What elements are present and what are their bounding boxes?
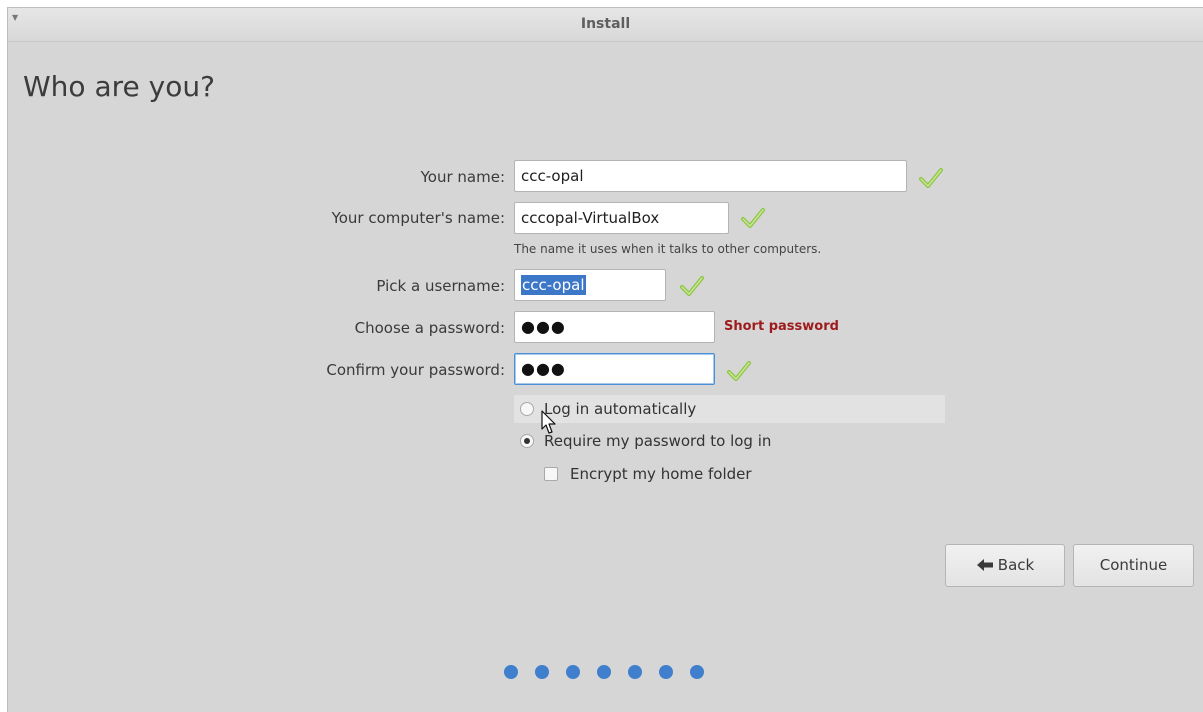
progress-dot: [690, 665, 704, 679]
username-label: Pick a username:: [376, 277, 505, 295]
arrow-left-icon: [976, 559, 993, 571]
auto-login-radio[interactable]: [520, 402, 534, 416]
continue-button-label: Continue: [1099, 556, 1168, 574]
check-icon: [741, 208, 765, 228]
computer-name-field[interactable]: cccopal-VirtualBox: [514, 202, 729, 234]
require-password-label: Require my password to log in: [544, 432, 772, 450]
back-button[interactable]: Back: [945, 544, 1065, 587]
progress-dot: [535, 665, 549, 679]
username-field[interactable]: ccc-opal: [514, 269, 666, 301]
encrypt-home-checkbox[interactable]: [544, 467, 558, 481]
confirm-password-value: ●●●: [521, 359, 566, 378]
title-bar: ▼ Install: [8, 8, 1203, 42]
password-strength-error: Short password: [724, 319, 839, 334]
password-label: Choose a password:: [354, 319, 505, 337]
check-icon: [727, 361, 751, 381]
progress-dot: [628, 665, 642, 679]
password-value: ●●●: [521, 317, 566, 336]
window-title: Install: [580, 16, 631, 32]
username-value: ccc-opal: [521, 275, 586, 295]
confirm-password-field[interactable]: ●●●: [514, 353, 715, 385]
progress-dot: [566, 665, 580, 679]
progress-dot: [597, 665, 611, 679]
name-value: ccc-opal: [521, 167, 584, 185]
mouse-pointer-icon: [541, 410, 556, 434]
progress-dot: [659, 665, 673, 679]
auto-login-option[interactable]: Log in automatically: [514, 395, 945, 423]
name-label: Your name:: [420, 168, 505, 186]
page-title: Who are you?: [23, 70, 215, 103]
computer-name-label: Your computer's name:: [331, 209, 505, 227]
check-icon: [680, 276, 704, 296]
auto-login-label: Log in automatically: [544, 400, 697, 418]
require-password-radio[interactable]: [520, 434, 534, 448]
continue-button[interactable]: Continue: [1073, 544, 1194, 587]
computer-name-hint: The name it uses when it talks to other …: [514, 242, 822, 256]
progress-dot: [504, 665, 518, 679]
encrypt-home-option[interactable]: Encrypt my home folder: [538, 460, 838, 488]
password-field[interactable]: ●●●: [514, 311, 715, 343]
installer-window: ▼ Install Who are you? Your name: ccc-op…: [7, 7, 1203, 712]
name-field[interactable]: ccc-opal: [514, 160, 907, 192]
check-icon: [919, 168, 943, 188]
encrypt-home-label: Encrypt my home folder: [570, 465, 752, 483]
computer-name-value: cccopal-VirtualBox: [521, 209, 660, 227]
radio-selected-dot: [524, 438, 530, 444]
require-password-option[interactable]: Require my password to log in: [514, 427, 945, 455]
confirm-password-label: Confirm your password:: [326, 361, 505, 379]
back-button-label: Back: [997, 556, 1035, 574]
